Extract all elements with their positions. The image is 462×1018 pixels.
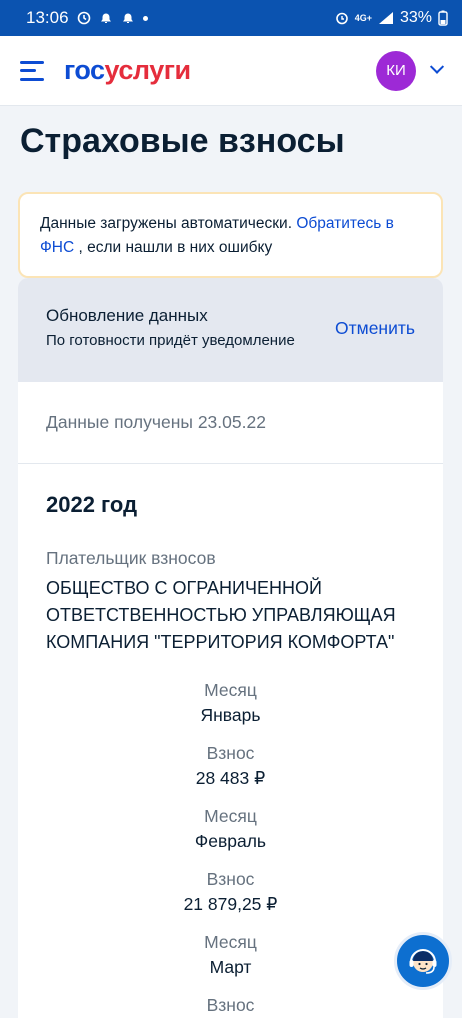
list-item: Взнос xyxy=(18,993,443,1018)
bell-icon xyxy=(122,13,133,23)
month-label: Месяц xyxy=(204,680,257,700)
amount-label: Взнос xyxy=(206,869,255,889)
signal-icon xyxy=(378,12,393,24)
alarm-icon xyxy=(335,12,348,25)
payer-name: ОБЩЕСТВО С ОГРАНИЧЕННОЙ ОТВЕТСТВЕННОСТЬЮ… xyxy=(46,578,396,652)
notice-text: Данные загружены автоматически. xyxy=(40,215,297,232)
year-heading: 2022 год xyxy=(46,492,138,517)
battery-percent: 33% xyxy=(399,9,432,26)
month-label: Месяц xyxy=(204,806,257,826)
update-banner: Обновление данных По готовности придёт у… xyxy=(18,278,443,382)
status-bar: 13:06 4G+ 33% xyxy=(0,0,462,36)
bell-icon xyxy=(100,13,111,23)
network-type: 4G+ xyxy=(354,13,372,23)
received-date: Данные получены 23.05.22 xyxy=(18,382,443,464)
gosuslugi-logo[interactable]: госуслуги xyxy=(64,55,191,86)
list-item: Месяц Март xyxy=(18,930,443,993)
month-label: Месяц xyxy=(204,932,257,952)
sync-icon xyxy=(77,11,90,25)
clock: 13:06 xyxy=(26,8,69,27)
info-notice: Данные загружены автоматически. Обратите… xyxy=(18,192,443,278)
menu-icon[interactable] xyxy=(20,60,44,81)
contributions-list: Месяц Январь Взнос 28 483 ₽ Месяц Феврал… xyxy=(18,656,443,1018)
month-value: Январь xyxy=(200,705,261,725)
app-header: госуслуги КИ xyxy=(0,36,462,106)
battery-icon xyxy=(438,10,448,26)
support-chat-button[interactable] xyxy=(394,932,452,990)
operator-headset-icon xyxy=(409,949,437,974)
page-title: Страховые взносы xyxy=(20,122,345,160)
list-item: Месяц Февраль xyxy=(18,804,443,867)
amount-value: 28 483 ₽ xyxy=(195,768,266,788)
month-value: Февраль xyxy=(194,831,267,851)
amount-label: Взнос xyxy=(206,995,255,1015)
notice-text-end: , если нашли в них ошибку xyxy=(74,239,273,256)
cancel-button[interactable]: Отменить xyxy=(335,318,415,339)
chevron-down-icon[interactable] xyxy=(429,59,445,74)
month-value: Март xyxy=(209,957,252,977)
list-item: Взнос 21 879,25 ₽ xyxy=(18,867,443,930)
more-notifications-dot xyxy=(142,15,148,21)
amount-label: Взнос xyxy=(206,743,255,763)
amount-value: 21 879,25 ₽ xyxy=(183,894,278,914)
list-item: Месяц Январь xyxy=(18,678,443,741)
avatar[interactable]: КИ xyxy=(376,50,416,91)
list-item: Взнос 28 483 ₽ xyxy=(18,741,443,804)
payer-label: Плательщик взносов xyxy=(46,548,216,568)
logo-part-uslugi: услуги xyxy=(104,55,192,85)
contributions-card: Обновление данных По готовности придёт у… xyxy=(18,278,443,1018)
logo-part-gos: гос xyxy=(64,55,105,85)
